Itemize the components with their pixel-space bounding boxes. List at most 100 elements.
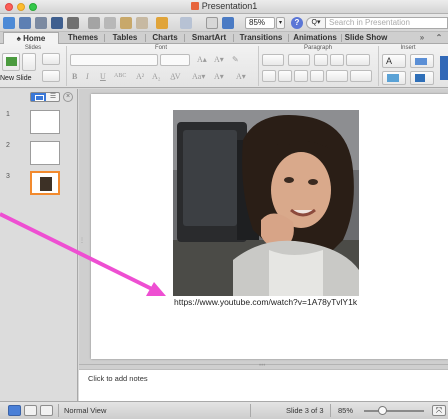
- slide-thumbnail-2[interactable]: [30, 141, 60, 165]
- save-icon[interactable]: [51, 17, 63, 29]
- zoom-slider-thumb[interactable]: [378, 406, 387, 415]
- tab-tables[interactable]: Tables: [106, 32, 144, 44]
- font-size-select[interactable]: [160, 54, 190, 66]
- bold-button[interactable]: B: [72, 72, 77, 81]
- slide-thumbnail-3[interactable]: [30, 171, 60, 195]
- open-icon[interactable]: [35, 17, 47, 29]
- text-direction-button[interactable]: [350, 70, 372, 82]
- underline-button[interactable]: U: [100, 72, 106, 81]
- align-right-button[interactable]: [294, 70, 308, 82]
- zoom-dropdown-icon[interactable]: ▾: [276, 17, 285, 29]
- char-spacing-icon[interactable]: A̲V: [170, 72, 181, 81]
- youtube-link[interactable]: https://www.youtube.com/watch?v=1A78yTvl…: [174, 297, 357, 307]
- tab-themes[interactable]: Themes: [63, 32, 103, 44]
- help-icon[interactable]: ?: [291, 17, 303, 29]
- search-options-icon[interactable]: Q▾: [306, 17, 326, 29]
- powerpoint-doc-icon: [190, 2, 199, 10]
- picture-button[interactable]: [382, 71, 406, 85]
- slide-show-icon[interactable]: [40, 405, 53, 416]
- woman-with-tv-photo: [173, 110, 359, 296]
- strikethrough-button[interactable]: ABC: [114, 73, 126, 79]
- fit-to-window-icon[interactable]: ⤧: [432, 405, 446, 416]
- italic-button[interactable]: I: [86, 72, 89, 81]
- new-slide-button[interactable]: [2, 53, 20, 71]
- ribbon-tabs: ♠ Home Themes Tables Charts SmartArt Tra…: [0, 32, 448, 44]
- shrink-font-icon[interactable]: A▾: [214, 55, 224, 64]
- shape-button[interactable]: [410, 54, 434, 68]
- tab-divider: [184, 34, 185, 42]
- pane-view-toggle: ☰: [30, 92, 60, 102]
- slide-canvas: ⋮ https://www.youtube.com/watch?v=1A78yT…: [79, 89, 448, 364]
- notes-pane[interactable]: Click to add notes: [79, 369, 448, 401]
- zoom-slider[interactable]: [364, 410, 424, 412]
- insert-textbox-icon[interactable]: [206, 17, 218, 29]
- current-slide[interactable]: https://www.youtube.com/watch?v=1A78yTvl…: [91, 94, 448, 359]
- paste-icon[interactable]: [120, 17, 132, 29]
- pane-resize-handle[interactable]: ⋮: [79, 237, 85, 244]
- notes-placeholder: Click to add notes: [88, 374, 148, 383]
- media-browser-icon[interactable]: [222, 17, 234, 29]
- search-input[interactable]: Search in Presentation: [326, 17, 448, 29]
- tab-smartart[interactable]: SmartArt: [186, 32, 232, 44]
- justify-button[interactable]: [310, 70, 324, 82]
- group-label-slides: Slides: [24, 45, 42, 51]
- slide-thumbnail-1[interactable]: [30, 110, 60, 134]
- status-divider: [250, 404, 251, 417]
- close-pane-icon[interactable]: ×: [63, 92, 73, 102]
- gallery-icon[interactable]: [19, 17, 31, 29]
- new-slide-icon: [6, 57, 17, 66]
- grow-font-icon[interactable]: A▴: [197, 55, 207, 64]
- slide-number: 3: [6, 173, 10, 180]
- align-left-button[interactable]: [262, 70, 276, 82]
- tab-animations[interactable]: Animations: [290, 32, 340, 44]
- tab-divider: [233, 34, 234, 42]
- collapse-ribbon-icon[interactable]: ⌃: [432, 32, 446, 44]
- indent-decrease-button[interactable]: [314, 54, 328, 66]
- slide-number: 2: [6, 142, 10, 149]
- tab-charts[interactable]: Charts: [147, 32, 183, 44]
- line-spacing-button[interactable]: [346, 54, 370, 66]
- arrange-button[interactable]: [410, 71, 434, 85]
- outline-view-tab-icon[interactable]: ☰: [46, 93, 60, 101]
- section-button[interactable]: [42, 70, 60, 82]
- shape-icon: [415, 58, 427, 65]
- slide-sorter-icon[interactable]: [24, 405, 37, 416]
- normal-view-icon[interactable]: [8, 405, 21, 416]
- tab-transitions[interactable]: Transitions: [235, 32, 287, 44]
- change-case-icon[interactable]: Aa▾: [192, 72, 205, 81]
- superscript-button[interactable]: A²: [136, 72, 144, 81]
- redo-icon[interactable]: [180, 17, 192, 29]
- font-color-icon[interactable]: A▾: [236, 72, 246, 81]
- layout-button[interactable]: [22, 53, 36, 71]
- slides-view-tab-icon[interactable]: [31, 93, 46, 101]
- text-box-button[interactable]: A: [382, 54, 406, 68]
- bullets-button[interactable]: [262, 54, 284, 66]
- undo-icon[interactable]: [156, 17, 168, 29]
- new-from-template-icon[interactable]: [3, 17, 15, 29]
- subscript-button[interactable]: A₂: [152, 72, 161, 81]
- indent-increase-button[interactable]: [330, 54, 344, 66]
- clear-format-icon[interactable]: ✎: [232, 55, 239, 64]
- align-center-button[interactable]: [278, 70, 292, 82]
- tab-slide-show[interactable]: Slide Show: [343, 32, 389, 44]
- tab-home[interactable]: ♠ Home: [3, 32, 59, 44]
- group-divider: [378, 46, 379, 86]
- cut-icon[interactable]: [88, 17, 100, 29]
- picture-icon: [387, 74, 399, 82]
- more-tabs-icon[interactable]: »: [412, 32, 432, 44]
- font-name-select[interactable]: [70, 54, 158, 66]
- tab-divider: [104, 34, 105, 42]
- format-painter-icon[interactable]: [136, 17, 148, 29]
- columns-button[interactable]: [326, 70, 348, 82]
- slide-photo[interactable]: [173, 110, 359, 296]
- print-icon[interactable]: [67, 17, 79, 29]
- insert-more-icon[interactable]: [440, 56, 448, 80]
- standard-toolbar: 85% ▾ ? Q▾ Search in Presentation: [0, 14, 448, 32]
- status-bar: Normal View Slide 3 of 3 85% ⤧: [0, 401, 448, 419]
- layout-dropdown-button[interactable]: [42, 53, 60, 65]
- copy-icon[interactable]: [104, 17, 116, 29]
- highlight-icon[interactable]: A▾: [214, 72, 224, 81]
- new-slide-label: New Slide: [0, 75, 32, 82]
- zoom-field[interactable]: 85%: [245, 17, 275, 29]
- numbering-button[interactable]: [288, 54, 310, 66]
